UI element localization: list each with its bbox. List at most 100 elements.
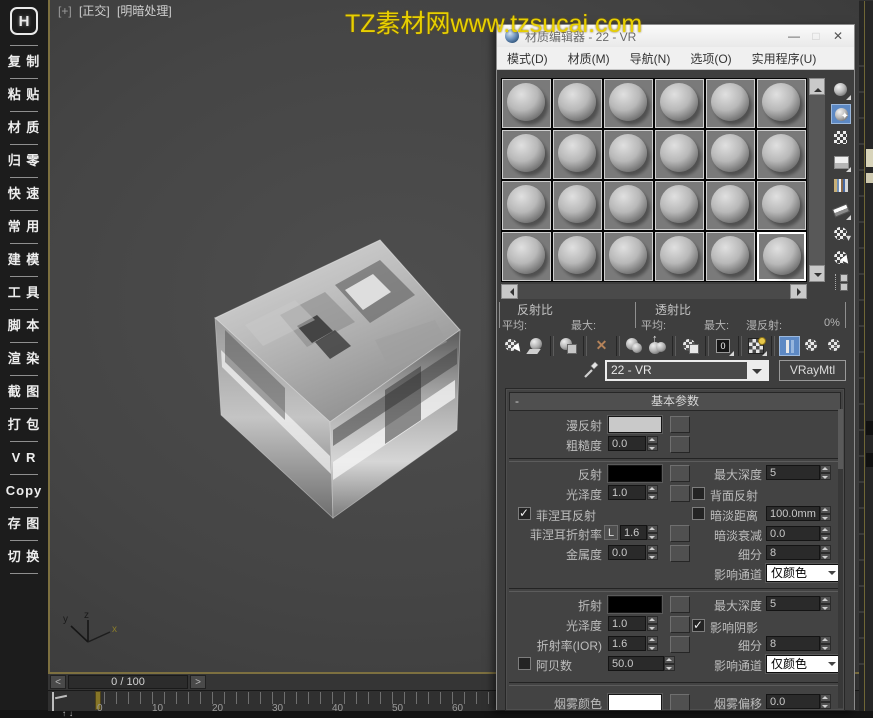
material-name-dropdown[interactable]: 22 - VR xyxy=(605,360,769,381)
material-sample-slot[interactable] xyxy=(757,130,806,179)
roughness-spinner[interactable] xyxy=(647,436,658,451)
frame-counter[interactable]: 0 / 100 xyxy=(68,675,188,689)
fog-bias-spinner[interactable] xyxy=(820,694,831,709)
scroll-left-button[interactable] xyxy=(501,284,518,299)
material-sample-slot[interactable] xyxy=(553,130,602,179)
menu-utilities[interactable]: 实用程序(U) xyxy=(752,50,817,67)
material-sample-slot[interactable] xyxy=(553,79,602,128)
material-sample-slot[interactable] xyxy=(502,232,551,281)
sidebar-item-switch[interactable]: 切 换 xyxy=(8,547,41,567)
material-sample-slot[interactable] xyxy=(604,232,653,281)
sidebar-item-copy-en[interactable]: Copy xyxy=(6,481,43,501)
reflect-subdivs-spinner[interactable] xyxy=(820,545,831,560)
refract-subdivs-field[interactable]: 8 xyxy=(766,636,820,651)
sidebar-item-paste[interactable]: 粘 贴 xyxy=(8,85,41,105)
pick-material-eyedropper-icon[interactable] xyxy=(583,361,600,379)
material-sample-slot[interactable] xyxy=(502,130,551,179)
slots-horizontal-scrollbar[interactable] xyxy=(501,284,807,299)
material-sample-slot[interactable] xyxy=(706,79,755,128)
reset-map-icon[interactable]: ✕ xyxy=(591,336,612,356)
sidebar-item-copy[interactable]: 复 制 xyxy=(8,52,41,72)
dim-distance-spinner[interactable] xyxy=(820,506,831,521)
menu-mode[interactable]: 模式(D) xyxy=(507,50,548,67)
reflect-subdivs-field[interactable]: 8 xyxy=(766,545,820,560)
dim-falloff-spinner[interactable] xyxy=(820,526,831,541)
material-map-navigator-icon[interactable] xyxy=(831,272,851,292)
material-sample-slot[interactable] xyxy=(502,181,551,230)
refract-subdivs-spinner[interactable] xyxy=(820,636,831,651)
sidebar-item-save-image[interactable]: 存 图 xyxy=(8,514,41,534)
material-sample-slot[interactable] xyxy=(706,130,755,179)
sidebar-item-screenshot[interactable]: 截 图 xyxy=(8,382,41,402)
put-to-library-icon[interactable] xyxy=(680,336,701,356)
material-sample-slot[interactable] xyxy=(553,232,602,281)
frame-next-button[interactable]: > xyxy=(190,675,206,689)
material-sample-slot[interactable] xyxy=(502,79,551,128)
rollout-basic-parameters[interactable]: - 基本参数 xyxy=(509,392,841,411)
make-preview-icon[interactable] xyxy=(831,200,851,220)
scroll-up-button[interactable] xyxy=(809,78,825,95)
reflect-max-depth-spinner[interactable] xyxy=(820,465,831,480)
material-sample-slot[interactable] xyxy=(757,181,806,230)
slots-vertical-scrollbar[interactable] xyxy=(809,78,825,282)
material-type-button[interactable]: VRayMtl xyxy=(779,360,846,381)
scene-box-object[interactable] xyxy=(185,230,465,530)
viewport-menu-plus[interactable]: [+] xyxy=(58,4,72,18)
get-material-icon[interactable] xyxy=(502,336,523,356)
scroll-down-button[interactable] xyxy=(809,265,825,282)
assign-to-selection-icon[interactable] xyxy=(558,336,579,356)
reflect-max-depth-field[interactable]: 5 xyxy=(766,465,820,480)
show-end-result-icon[interactable] xyxy=(779,336,800,356)
close-button[interactable]: ✕ xyxy=(830,29,846,43)
sidebar-item-material[interactable]: 材 质 xyxy=(8,118,41,138)
viewport-label[interactable]: [+] [正交] [明暗处理] xyxy=(58,2,172,19)
video-color-check-icon[interactable] xyxy=(831,176,851,196)
diffuse-color-swatch[interactable] xyxy=(608,416,662,433)
roughness-field[interactable]: 0.0 xyxy=(608,436,646,451)
sidebar-item-common[interactable]: 常 用 xyxy=(8,217,41,237)
viewport-menu-view[interactable]: [正交] xyxy=(79,4,110,18)
sidebar-item-tools[interactable]: 工 具 xyxy=(8,283,41,303)
affect-shadows-checkbox[interactable] xyxy=(692,619,705,632)
make-unique-icon[interactable]: ↑ xyxy=(647,336,668,356)
go-forward-sibling-icon[interactable]: → xyxy=(825,336,846,356)
material-sample-slot[interactable] xyxy=(655,181,704,230)
scroll-right-button[interactable] xyxy=(790,284,807,299)
dim-falloff-field[interactable]: 0.0 xyxy=(766,526,820,541)
material-sample-slot[interactable] xyxy=(655,79,704,128)
reflect-affect-channels-dropdown[interactable]: 仅颜色 xyxy=(766,564,842,582)
sidebar-item-zero[interactable]: 归 零 xyxy=(8,151,41,171)
material-sample-slot-selected[interactable] xyxy=(757,232,806,281)
material-sample-slot[interactable] xyxy=(655,130,704,179)
menu-options[interactable]: 选项(O) xyxy=(690,50,731,67)
material-sample-slot[interactable] xyxy=(655,232,704,281)
backlight-icon[interactable]: ✦ xyxy=(831,104,851,124)
background-icon[interactable] xyxy=(831,128,851,148)
make-copy-icon[interactable] xyxy=(624,336,645,356)
menu-navigation[interactable]: 导航(N) xyxy=(630,50,671,67)
dim-distance-field[interactable]: 100.0mm xyxy=(766,506,820,521)
fog-bias-field[interactable]: 0.0 xyxy=(766,694,820,709)
dropdown-arrow-icon[interactable] xyxy=(747,362,767,379)
frame-prev-button[interactable]: < xyxy=(50,675,66,689)
sidebar-item-quick[interactable]: 快 速 xyxy=(8,184,41,204)
material-sample-slot[interactable] xyxy=(604,181,653,230)
params-scrollbar[interactable] xyxy=(838,409,843,708)
diffuse-map-button[interactable] xyxy=(670,416,690,433)
refract-max-depth-spinner[interactable] xyxy=(820,596,831,611)
viewport-menu-shading[interactable]: [明暗处理] xyxy=(117,4,172,18)
put-to-scene-icon[interactable] xyxy=(525,336,546,356)
dim-distance-checkbox[interactable] xyxy=(692,507,705,520)
refract-affect-channels-dropdown[interactable]: 仅颜色 xyxy=(766,655,842,673)
material-sample-slot[interactable] xyxy=(604,130,653,179)
material-sample-slot[interactable] xyxy=(553,181,602,230)
select-by-material-icon[interactable] xyxy=(831,248,851,268)
material-sample-slot[interactable] xyxy=(706,181,755,230)
show-map-in-viewport-icon[interactable] xyxy=(746,336,767,356)
material-sample-slot[interactable] xyxy=(706,232,755,281)
sample-type-icon[interactable] xyxy=(831,80,851,100)
minimize-button[interactable]: — xyxy=(786,29,802,43)
sample-uv-tiling-icon[interactable] xyxy=(831,152,851,172)
material-sample-slot[interactable] xyxy=(604,79,653,128)
material-sample-slot[interactable] xyxy=(757,79,806,128)
